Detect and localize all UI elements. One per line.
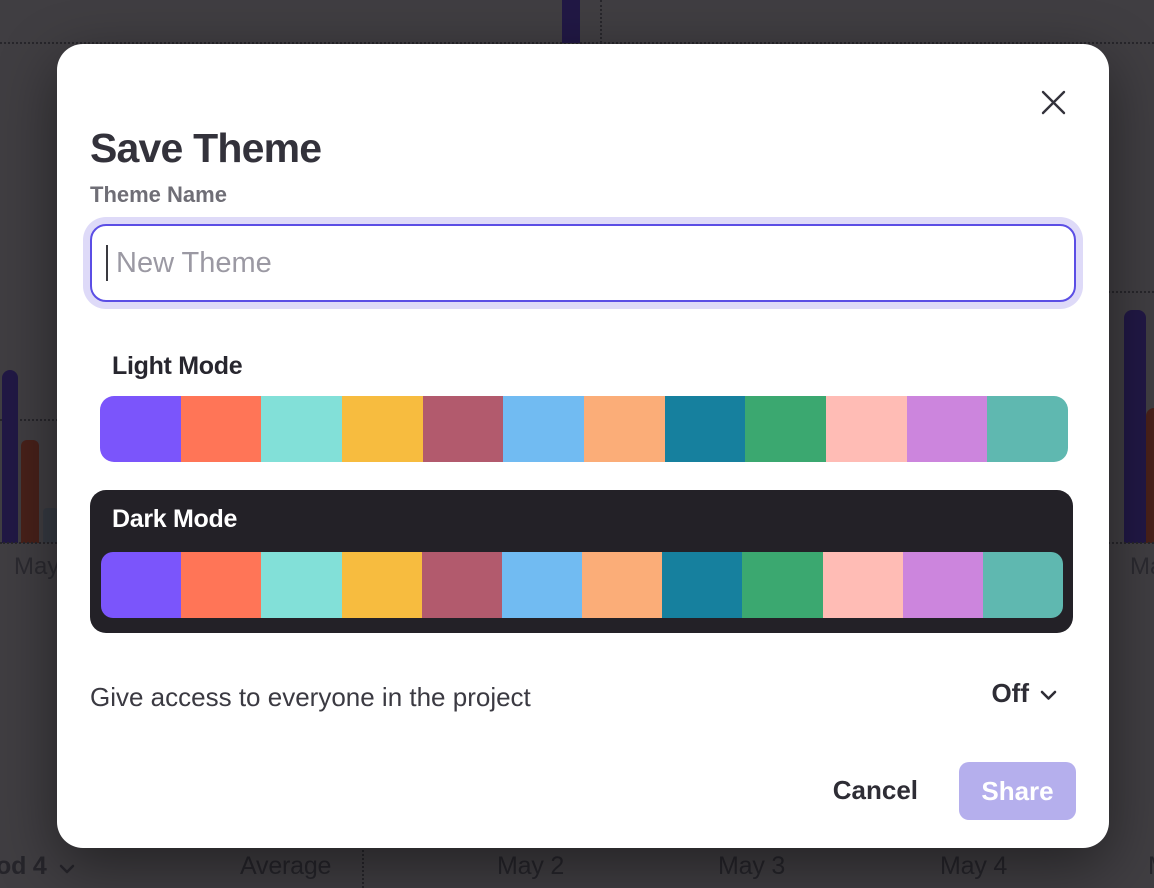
bg-bar-red-right [1146, 408, 1154, 543]
color-swatch [983, 552, 1063, 618]
bg-bar-navy-right [1124, 310, 1146, 543]
dark-mode-label: Dark Mode [112, 505, 237, 534]
color-swatch [100, 396, 181, 462]
color-swatch [101, 552, 181, 618]
text-caret [106, 245, 108, 281]
share-button[interactable]: Share [959, 762, 1076, 820]
color-swatch [503, 396, 584, 462]
color-swatch [584, 396, 665, 462]
bg-bar-top [562, 0, 580, 43]
dark-mode-card: Dark Mode [90, 490, 1073, 633]
period-dropdown[interactable]: od 4 [0, 852, 75, 881]
color-swatch [903, 552, 983, 618]
bg-column-may3: May 3 [718, 852, 785, 881]
bg-gridline-vertical-bottom [362, 845, 364, 888]
light-mode-palette [100, 396, 1068, 462]
chevron-down-icon [59, 852, 75, 881]
light-mode-label: Light Mode [112, 352, 242, 381]
color-swatch [582, 552, 662, 618]
color-swatch [823, 552, 903, 618]
cancel-button[interactable]: Cancel [833, 775, 918, 806]
color-swatch [181, 396, 262, 462]
color-swatch [742, 552, 822, 618]
access-toggle-label: Give access to everyone in the project [90, 682, 531, 713]
bg-gridline-vertical-top [600, 0, 602, 43]
color-swatch [261, 396, 342, 462]
save-theme-dialog: Save Theme Theme Name Light Mode Dark Mo… [57, 44, 1109, 848]
color-swatch [502, 552, 582, 618]
bg-axis-label-left: May [14, 553, 59, 581]
bg-column-may2: May 2 [497, 852, 564, 881]
color-swatch [342, 552, 422, 618]
screen: May Ma od 4 Average May 2 May 3 May 4 M … [0, 0, 1154, 888]
theme-name-label: Theme Name [90, 182, 227, 208]
bg-bar-red-left [21, 440, 39, 543]
dialog-title: Save Theme [90, 128, 321, 169]
access-dropdown[interactable]: Off [991, 678, 1057, 709]
close-icon [1040, 89, 1067, 116]
bg-column-average: Average [240, 852, 331, 881]
chevron-down-icon [1040, 686, 1057, 701]
bg-column-right-fragment: M [1148, 852, 1154, 881]
color-swatch [181, 552, 261, 618]
color-swatch [907, 396, 988, 462]
color-swatch [423, 396, 504, 462]
dark-mode-palette [101, 552, 1063, 618]
bg-bar-navy-left [2, 370, 18, 543]
color-swatch [745, 396, 826, 462]
color-swatch [662, 552, 742, 618]
color-swatch [987, 396, 1068, 462]
bg-bar-gray-left [43, 508, 58, 543]
theme-name-input[interactable] [90, 224, 1076, 302]
color-swatch [826, 396, 907, 462]
close-button[interactable] [1033, 82, 1073, 122]
bg-column-may4: May 4 [940, 852, 1007, 881]
color-swatch [422, 552, 502, 618]
color-swatch [342, 396, 423, 462]
bg-axis-label-right: Ma [1130, 553, 1154, 581]
period-dropdown-label: od 4 [0, 852, 47, 881]
color-swatch [665, 396, 746, 462]
access-dropdown-value: Off [991, 678, 1029, 709]
color-swatch [261, 552, 341, 618]
